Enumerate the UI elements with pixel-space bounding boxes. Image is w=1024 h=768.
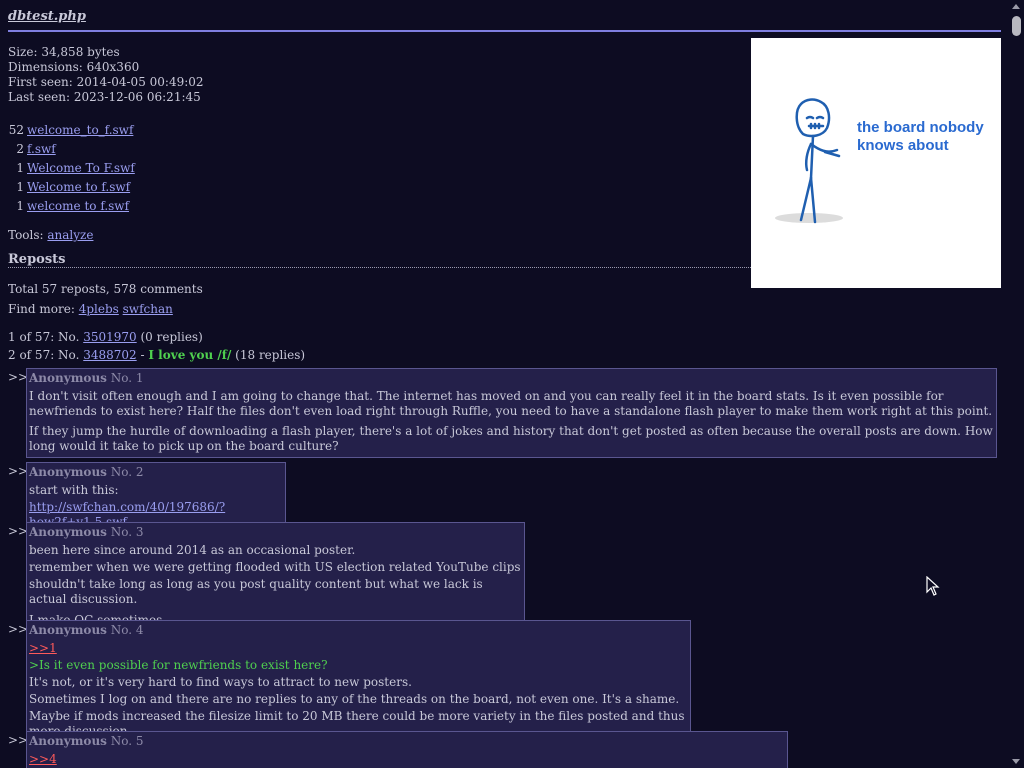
filename-count: 52 <box>8 123 24 137</box>
repost-number-link[interactable]: 3501970 <box>83 330 136 344</box>
post-line: shouldn't take long as long as you post … <box>29 577 483 606</box>
find-more-4plebs-link[interactable]: 4plebs <box>79 302 119 316</box>
file-meta: Size: 34,858 bytes Dimensions: 640x360 F… <box>8 45 204 105</box>
meta-last-seen: Last seen: 2023-12-06 06:21:45 <box>8 90 201 104</box>
reposts-heading: Reposts <box>8 252 66 267</box>
tools-label: Tools: <box>8 228 44 242</box>
post-line: start with this: <box>29 483 119 497</box>
post-body: Anonymous No. 4 >>1 >Is it even possible… <box>26 620 691 742</box>
post-header: Anonymous No. 2 <box>29 465 283 480</box>
filename-row: 2 f.swf <box>8 140 135 159</box>
post-line: remember when we were getting flooded wi… <box>29 560 521 574</box>
post-author: Anonymous <box>29 525 107 539</box>
repost-prefix: 1 of 57: No. <box>8 330 80 344</box>
repost-entry: 1 of 57: No. 3501970 (0 replies) <box>8 330 203 344</box>
analyze-link[interactable]: analyze <box>47 228 93 242</box>
reposts-total: Total 57 reposts, 578 comments <box>8 282 203 296</box>
meta-size: Size: 34,858 bytes <box>8 45 120 59</box>
post-body: Anonymous No. 5 >>4 <box>26 731 788 768</box>
filename-count: 2 <box>16 142 24 156</box>
post-author: Anonymous <box>29 623 107 637</box>
mouse-cursor-icon <box>926 576 940 596</box>
filename-row: 1 welcome to f.swf <box>8 197 135 216</box>
stick-figure-illustration: the board nobody knows about <box>775 98 984 224</box>
find-more-label: Find more: <box>8 302 75 316</box>
filename-count: 1 <box>16 180 24 194</box>
filename-row: 1 Welcome To F.swf <box>8 159 135 178</box>
post-author: Anonymous <box>29 734 107 748</box>
thumbnail-caption-line1: the board nobody <box>857 119 984 136</box>
post-paragraph: If they jump the hurdle of downloading a… <box>29 424 993 453</box>
post-header: Anonymous No. 5 <box>29 734 785 749</box>
page: dbtest.php Size: 34,858 bytes Dimensions… <box>0 0 1009 768</box>
filename-link[interactable]: Welcome To F.swf <box>27 159 135 178</box>
file-title: dbtest.php <box>8 9 86 24</box>
post-number[interactable]: No. 1 <box>111 371 144 385</box>
scroll-up-arrow-icon[interactable] <box>1012 4 1020 9</box>
filename-count: 1 <box>16 161 24 175</box>
filename-count: 1 <box>16 199 24 213</box>
repost-number-link[interactable]: 3488702 <box>83 348 136 362</box>
post-number[interactable]: No. 5 <box>111 734 144 748</box>
repost-replies: (18 replies) <box>235 348 306 362</box>
post-author: Anonymous <box>29 465 107 479</box>
post-body: Anonymous No. 3 been here since around 2… <box>26 522 525 631</box>
post-header: Anonymous No. 4 <box>29 623 688 638</box>
filename-row: 1 Welcome to f.swf <box>8 178 135 197</box>
post-header: Anonymous No. 1 <box>29 371 994 386</box>
filename-link[interactable]: Welcome to f.swf <box>27 178 130 197</box>
meta-dimensions: Dimensions: 640x360 <box>8 60 140 74</box>
repost-replies: (0 replies) <box>140 330 203 344</box>
post-line: It's not, or it's very hard to find ways… <box>29 675 412 689</box>
post-number[interactable]: No. 2 <box>111 465 144 479</box>
post-header: Anonymous No. 3 <box>29 525 522 540</box>
scroll-thumb[interactable] <box>1012 16 1021 36</box>
scroll-down-arrow-icon[interactable] <box>1012 759 1020 764</box>
post-paragraph: I don't visit often enough and I am goin… <box>29 389 993 418</box>
repost-entry: 2 of 57: No. 3488702 - I love you /f/ (1… <box>8 348 305 362</box>
filename-link[interactable]: welcome_to_f.swf <box>27 121 133 140</box>
find-more-row: Find more: 4plebs swfchan <box>8 302 173 316</box>
reposts-divider <box>8 267 751 268</box>
meta-first-seen: First seen: 2014-04-05 00:49:02 <box>8 75 204 89</box>
find-more-swfchan-link[interactable]: swfchan <box>123 302 173 316</box>
thumbnail-caption-line2: knows about <box>857 137 949 154</box>
greentext-line: >Is it even possible for newfriends to e… <box>29 658 328 672</box>
repost-subject: I love you /f/ <box>148 348 232 362</box>
quote-link[interactable]: >>4 <box>29 752 57 766</box>
tools-row: Tools: analyze <box>8 228 93 242</box>
filename-link[interactable]: welcome to f.swf <box>27 197 129 216</box>
post-line: been here since around 2014 as an occasi… <box>29 543 356 557</box>
post-author: Anonymous <box>29 371 107 385</box>
post-number[interactable]: No. 3 <box>111 525 144 539</box>
post-line: Sometimes I log on and there are no repl… <box>29 692 680 706</box>
post-body: Anonymous No. 1 I don't visit often enou… <box>26 368 997 458</box>
filename-row: 52 welcome_to_f.swf <box>8 121 135 140</box>
post-number[interactable]: No. 4 <box>111 623 144 637</box>
flash-thumbnail[interactable]: the board nobody knows about <box>751 38 1001 288</box>
repost-prefix: 2 of 57: No. <box>8 348 80 362</box>
vertical-scrollbar[interactable] <box>1009 0 1024 768</box>
title-divider <box>8 30 1001 32</box>
quote-link[interactable]: >>1 <box>29 641 57 655</box>
repost-separator: - <box>140 348 145 362</box>
filename-list: 52 welcome_to_f.swf 2 f.swf 1 Welcome To… <box>8 121 135 216</box>
filename-link[interactable]: f.swf <box>27 140 56 159</box>
